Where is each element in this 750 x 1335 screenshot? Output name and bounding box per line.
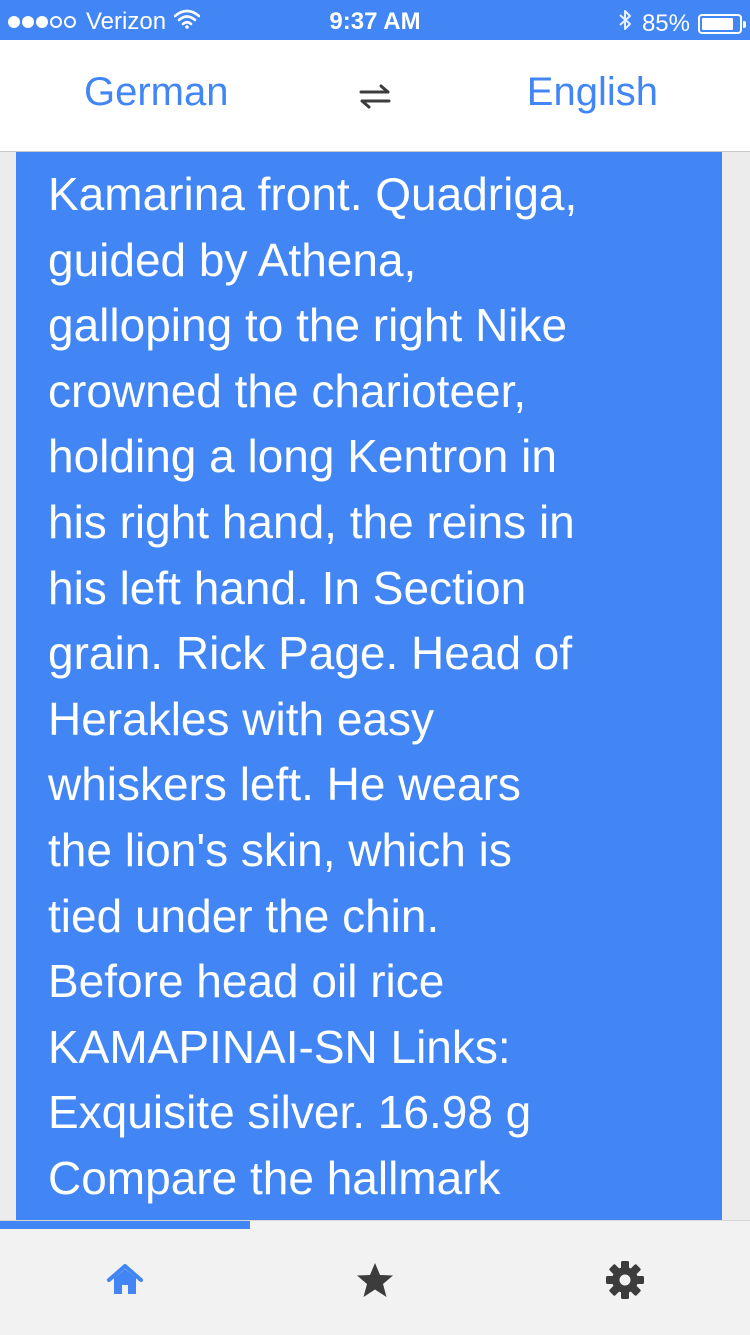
home-icon (105, 1262, 145, 1303)
nav-favorites-button[interactable] (250, 1229, 500, 1335)
status-right: 85% (618, 8, 746, 39)
battery-icon (698, 13, 746, 34)
nav-settings-button[interactable] (500, 1229, 750, 1335)
status-bar: Verizon 9:37 AM 85% (0, 0, 750, 40)
nav-home-button[interactable] (0, 1229, 250, 1335)
battery-percent: 85% (641, 9, 690, 37)
bottom-navigation (0, 1220, 750, 1335)
translation-card[interactable]: Kamarina front. Quadriga, guided by Athe… (16, 152, 722, 1220)
bluetooth-icon (618, 8, 632, 39)
gear-icon (605, 1260, 645, 1305)
source-language-button[interactable]: German (84, 70, 229, 115)
target-language-button[interactable]: English (527, 70, 658, 115)
swap-languages-button[interactable] (355, 80, 395, 112)
language-bar: German English (0, 40, 750, 152)
star-icon (355, 1261, 395, 1304)
translation-scroll-area[interactable]: Kamarina front. Quadriga, guided by Athe… (0, 152, 750, 1220)
active-tab-indicator (0, 1221, 250, 1229)
translated-text: Kamarina front. Quadriga, guided by Athe… (48, 168, 578, 1204)
swap-arrows-icon (355, 84, 395, 116)
